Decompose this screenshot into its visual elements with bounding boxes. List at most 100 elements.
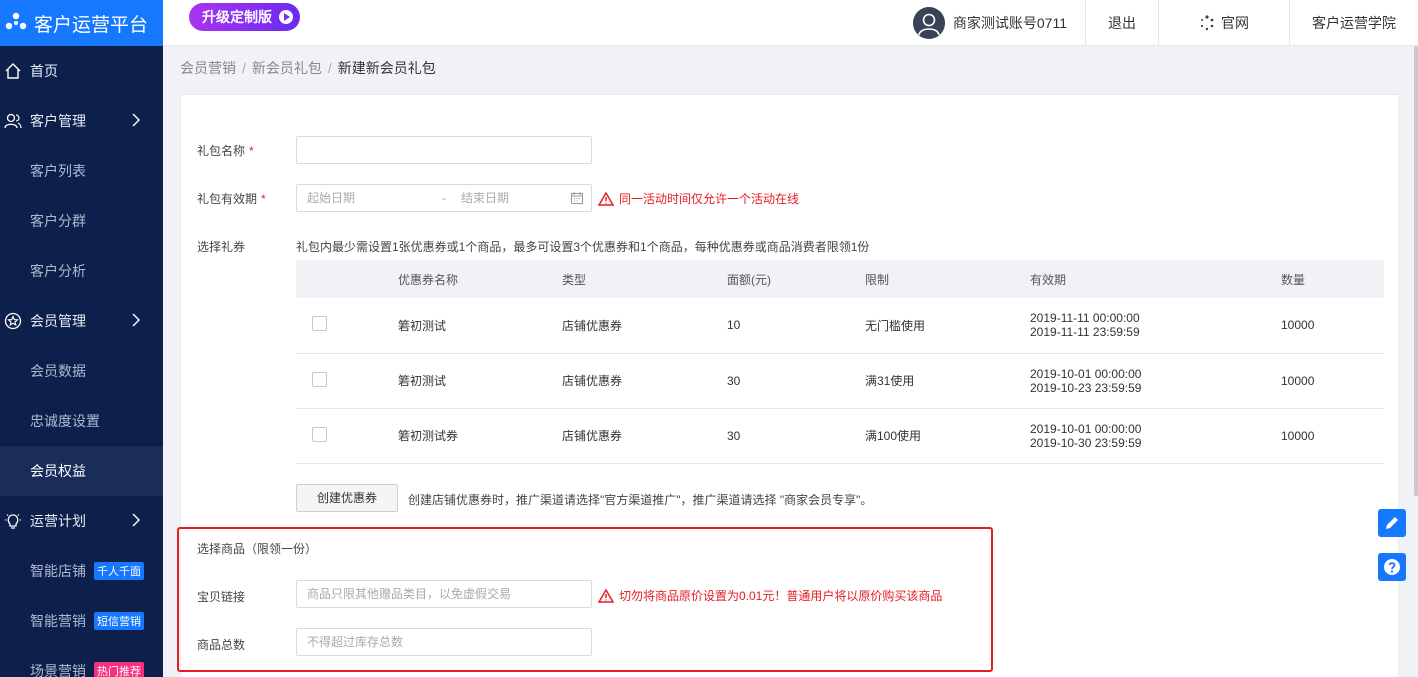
sidebar-item-label: 客户列表 (30, 163, 86, 179)
sidebar-item-label: 忠诚度设置 (30, 413, 100, 429)
account-name[interactable]: 商家测试账号0711 (953, 13, 1067, 33)
sidebar-item-smart-store[interactable]: 智能店铺 千人千面 (0, 546, 163, 596)
coupon-amount: 30 (727, 408, 865, 464)
sidebar-item-member-benefits[interactable]: 会员权益 (0, 446, 163, 496)
sidebar-item-customer-list[interactable]: 客户列表 (0, 146, 163, 196)
sidebar-item-label: 客户管理 (30, 113, 86, 129)
coupon-validity: 2019-10-01 00:00:00 2019-10-30 23:59:59 (1030, 408, 1281, 464)
breadcrumb-item[interactable]: 会员营销 (180, 60, 236, 76)
sidebar-item-label: 智能营销 (30, 613, 86, 629)
logout-link[interactable]: 退出 (1086, 13, 1158, 33)
chevron-right-icon (132, 113, 140, 127)
breadcrumb: 会员营销 / 新会员礼包 / 新建新会员礼包 (180, 60, 436, 76)
coupon-limit: 满100使用 (865, 408, 1030, 464)
play-icon (279, 10, 293, 24)
required-mark: * (249, 144, 254, 158)
coupon-checkbox[interactable] (312, 316, 327, 332)
coupon-name: 箬初测试 (398, 298, 562, 354)
coupon-validity: 2019-10-01 00:00:00 2019-10-23 23:59:59 (1030, 353, 1281, 409)
coupon-name: 箬初测试 (398, 353, 562, 409)
avatar[interactable] (912, 7, 945, 39)
gift-name-label: 礼包名称 * (197, 144, 254, 158)
coupon-checkbox[interactable] (312, 371, 327, 387)
sidebar-item-label: 客户分析 (30, 263, 86, 279)
coupon-qty: 10000 (1281, 408, 1384, 464)
end-date-placeholder[interactable]: 结束日期 (461, 185, 509, 211)
lightbulb-icon (5, 514, 21, 529)
sidebar-item-label: 会员管理 (30, 313, 86, 329)
upgrade-button[interactable]: 升级定制版 (189, 3, 300, 31)
sidebar-item-customer-analysis[interactable]: 客户分析 (0, 246, 163, 296)
calendar-icon (571, 192, 583, 204)
start-date-placeholder[interactable]: 起始日期 (307, 191, 355, 205)
coupon-type: 店铺优惠券 (562, 353, 727, 409)
breadcrumb-item[interactable]: 新会员礼包 (252, 60, 322, 76)
gift-name-input[interactable] (296, 136, 592, 164)
warning-icon (598, 191, 614, 206)
sidebar-item-customer-groups[interactable]: 客户分群 (0, 196, 163, 246)
sidebar-item-label: 运营计划 (30, 513, 86, 529)
coupon-name: 箬初测试券 (398, 408, 562, 464)
app-logo[interactable]: 客户运营平台 (0, 0, 163, 46)
star-icon (4, 312, 22, 330)
column-header: 有效期 (1030, 260, 1281, 298)
page-scrollbar[interactable] (1414, 46, 1418, 496)
table-row: 箬初测试券 店铺优惠券 30 满100使用 2019-10-01 00:00:0… (296, 408, 1384, 464)
column-header: 数量 (1281, 260, 1384, 298)
date-separator: - (442, 191, 446, 205)
upgrade-label: 升级定制版 (202, 9, 272, 25)
validity-label: 礼包有效期 * (197, 192, 266, 206)
validity-warning: 同一活动时间仅允许一个活动在线 (598, 190, 799, 207)
column-header: 面额(元) (727, 260, 865, 298)
sidebar-item-smart-marketing[interactable]: 智能营销 短信营销 (0, 596, 163, 646)
highlight-box (177, 527, 993, 672)
sidebar-item-tag: 千人千面 (94, 562, 144, 580)
date-range-picker[interactable]: 起始日期 - 结束日期 (296, 184, 592, 212)
coupon-amount: 10 (727, 298, 865, 354)
academy-link[interactable]: 客户运营学院 (1290, 13, 1418, 33)
sidebar-item-member-data[interactable]: 会员数据 (0, 346, 163, 396)
coupon-table: 优惠券名称 类型 面额(元) 限制 有效期 数量 箬初测试 店铺优惠券 10 无… (296, 260, 1384, 464)
help-icon (1384, 559, 1400, 575)
column-header: 优惠券名称 (398, 260, 562, 298)
edit-button[interactable] (1378, 509, 1406, 537)
coupon-checkbox[interactable] (312, 426, 327, 442)
column-header: 限制 (865, 260, 1030, 298)
coupon-type: 店铺优惠券 (562, 298, 727, 354)
table-row: 箬初测试 店铺优惠券 30 满31使用 2019-10-01 00:00:00 2… (296, 353, 1384, 409)
sidebar: 客户运营平台 首页 客户管理 客户列表 客户分群 客户分析 会员管理 会员数据 … (0, 0, 163, 677)
home-icon (5, 63, 21, 79)
users-icon (4, 113, 22, 129)
column-header: 类型 (562, 260, 727, 298)
coupon-qty: 10000 (1281, 353, 1384, 409)
sidebar-item-label: 客户分群 (30, 213, 86, 229)
coupon-qty: 10000 (1281, 298, 1384, 354)
create-coupon-hint: 创建店铺优惠券时，推广渠道请选择"官方渠道推广"，推广渠道请选择 "商家会员专享… (408, 493, 873, 507)
coupon-hint: 礼包内最少需设置1张优惠券或1个商品，最多可设置3个优惠券和1个商品，每种优惠券… (296, 240, 870, 254)
table-header-row: 优惠券名称 类型 面额(元) 限制 有效期 数量 (296, 260, 1384, 298)
official-site-link[interactable]: 官网 (1159, 13, 1289, 33)
logo-icon (5, 12, 27, 30)
sidebar-item-label: 首页 (30, 63, 58, 79)
coupon-label: 选择礼券 (197, 240, 246, 254)
spinner-icon (1200, 15, 1214, 31)
required-mark: * (261, 192, 266, 206)
coupon-limit: 无门槛使用 (865, 298, 1030, 354)
sidebar-item-member-management[interactable]: 会员管理 (0, 296, 163, 346)
sidebar-item-label: 会员数据 (30, 363, 86, 379)
help-button[interactable] (1378, 553, 1406, 581)
official-site-label: 官网 (1221, 15, 1249, 31)
chevron-right-icon (132, 513, 140, 527)
top-header: 升级定制版 商家测试账号0711 退出 官网 客户运营学院 (163, 0, 1418, 46)
sidebar-item-scene-marketing[interactable]: 场景营销 热门推荐 (0, 646, 163, 677)
create-coupon-button[interactable]: 创建优惠券 (296, 484, 399, 512)
breadcrumb-current: 新建新会员礼包 (337, 60, 436, 76)
sidebar-item-home[interactable]: 首页 (0, 46, 163, 96)
sidebar-item-label: 场景营销 (30, 663, 86, 677)
sidebar-item-loyalty-settings[interactable]: 忠诚度设置 (0, 396, 163, 446)
header-right: 商家测试账号0711 退出 官网 客户运营学院 (912, 0, 1418, 46)
coupon-limit: 满31使用 (865, 353, 1030, 409)
app-title: 客户运营平台 (34, 14, 149, 36)
sidebar-item-customer-management[interactable]: 客户管理 (0, 96, 163, 146)
sidebar-item-operation-plan[interactable]: 运营计划 (0, 496, 163, 546)
